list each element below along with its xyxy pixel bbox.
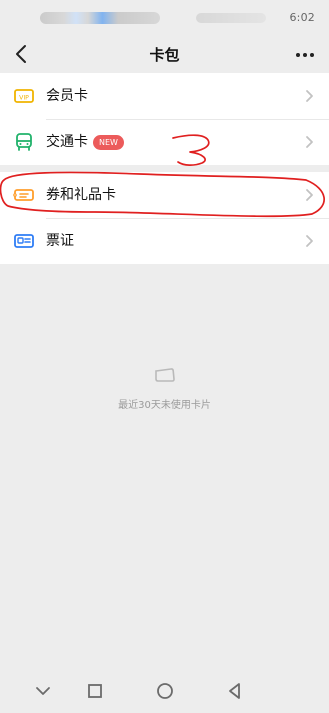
nav-home-button[interactable] <box>150 676 180 706</box>
status-bar-notification-area <box>40 12 160 24</box>
menu-item-label: 票证 <box>46 233 74 249</box>
svg-text:VIP: VIP <box>19 94 29 101</box>
nav-recent-button[interactable] <box>80 676 110 706</box>
menu-item-coupons-gift-cards[interactable]: 券和礼品卡 <box>0 172 329 218</box>
coupon-icon <box>12 183 36 207</box>
vip-icon: VIP <box>12 84 36 108</box>
ticket-icon <box>12 229 36 253</box>
card-list-secondary: 券和礼品卡 票证 <box>0 172 329 264</box>
card-list-primary: VIP 会员卡 交通卡 NEW <box>0 73 329 165</box>
menu-item-transit-card[interactable]: 交通卡 NEW <box>0 119 329 165</box>
status-bar-system-icons <box>196 13 266 23</box>
circle-icon <box>157 683 173 699</box>
menu-item-membership-card[interactable]: VIP 会员卡 <box>0 73 329 119</box>
empty-card-icon <box>153 364 177 386</box>
bus-icon <box>12 130 36 154</box>
chevron-right-icon <box>303 233 315 249</box>
menu-item-label: 交通卡 <box>46 134 88 150</box>
status-bar: 6:02 <box>0 0 329 36</box>
square-icon <box>88 684 102 698</box>
empty-state-text: 最近30天未使用卡片 <box>118 400 211 411</box>
menu-item-label: 券和礼品卡 <box>46 187 116 203</box>
menu-item-label: 会员卡 <box>46 88 88 104</box>
chevron-down-icon <box>36 687 50 695</box>
new-badge: NEW <box>93 135 124 150</box>
menu-item-tickets[interactable]: 票证 <box>0 218 329 264</box>
nav-collapse-button[interactable] <box>28 676 58 706</box>
chevron-right-icon <box>303 134 315 150</box>
chevron-right-icon <box>303 187 315 203</box>
triangle-back-icon <box>229 683 240 699</box>
status-time: 6:02 <box>289 11 315 24</box>
system-navigation-bar <box>0 676 329 713</box>
more-icon <box>296 53 314 57</box>
chevron-right-icon <box>303 88 315 104</box>
more-button[interactable] <box>293 43 317 67</box>
nav-bar: 卡包 <box>0 36 329 72</box>
page-title: 卡包 <box>149 46 180 64</box>
nav-back-button[interactable] <box>220 676 250 706</box>
